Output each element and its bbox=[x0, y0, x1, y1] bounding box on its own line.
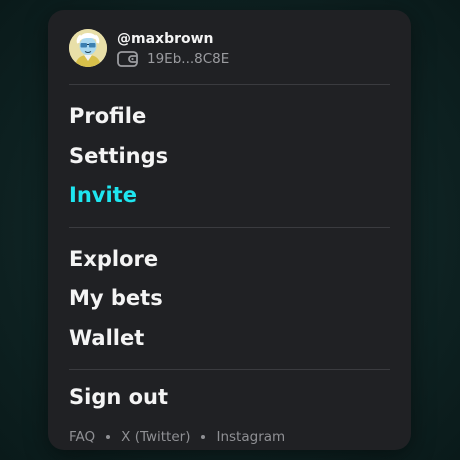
separator-dot bbox=[106, 434, 111, 439]
menu-item-profile[interactable]: Profile bbox=[69, 97, 390, 137]
navigation-section: Explore My bets Wallet bbox=[69, 228, 390, 370]
user-meta: @maxbrown 19Eb...8C8E bbox=[117, 30, 229, 67]
avatar-icon bbox=[69, 29, 107, 67]
menu-item-my-bets[interactable]: My bets bbox=[69, 279, 390, 319]
account-menu: @maxbrown 19Eb...8C8E Profile Settings I… bbox=[48, 10, 411, 450]
menu-item-invite[interactable]: Invite bbox=[69, 176, 390, 216]
menu-item-settings[interactable]: Settings bbox=[69, 137, 390, 177]
sign-out-button[interactable]: Sign out bbox=[69, 378, 390, 418]
wallet-address-row[interactable]: 19Eb...8C8E bbox=[117, 51, 229, 67]
avatar[interactable] bbox=[69, 29, 107, 67]
username: @maxbrown bbox=[117, 30, 214, 47]
wallet-address: 19Eb...8C8E bbox=[147, 50, 230, 67]
menu-item-wallet[interactable]: Wallet bbox=[69, 319, 390, 359]
wallet-icon bbox=[117, 50, 140, 67]
footer-links: FAQ X (Twitter) Instagram bbox=[69, 428, 390, 446]
separator-dot bbox=[201, 434, 206, 439]
sign-out-section: Sign out FAQ X (Twitter) Instagram bbox=[69, 370, 390, 446]
faq-link[interactable]: FAQ bbox=[69, 428, 95, 446]
menu-item-explore[interactable]: Explore bbox=[69, 240, 390, 280]
twitter-link[interactable]: X (Twitter) bbox=[121, 428, 190, 446]
account-section: Profile Settings Invite bbox=[69, 85, 390, 227]
instagram-link[interactable]: Instagram bbox=[216, 428, 285, 446]
user-header: @maxbrown 19Eb...8C8E bbox=[69, 10, 390, 84]
